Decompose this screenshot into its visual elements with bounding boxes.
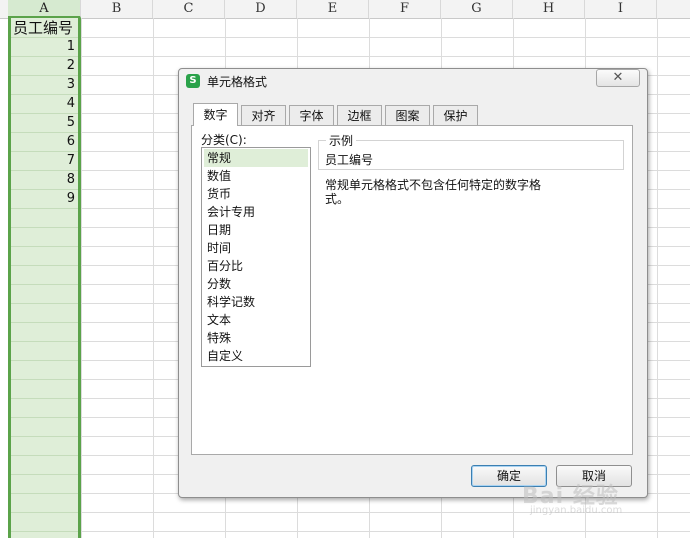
tab-font[interactable]: 字体	[289, 105, 334, 125]
grid-line-horizontal	[82, 531, 690, 532]
column-a-row-line	[11, 474, 78, 475]
tab-protection[interactable]: 保护	[433, 105, 478, 125]
column-a-row-line	[11, 398, 78, 399]
column-a-row-line	[11, 417, 78, 418]
cell-a5[interactable]: 4	[11, 94, 75, 113]
grid-line-vertical	[153, 18, 154, 538]
column-a-row-line	[11, 265, 78, 266]
selected-column-a[interactable]: 员工编号 1 2 3 4 5 6 7 8 9	[8, 18, 81, 538]
cell-a4[interactable]: 3	[11, 75, 75, 94]
format-cells-dialog: S 单元格格式 ✕ 数字 对齐 字体 边框 图案 保护 分类(C): 常规 数值…	[178, 68, 648, 498]
close-icon: ✕	[612, 70, 624, 85]
dialog-title: 单元格格式	[207, 75, 268, 89]
category-item-percentage[interactable]: 百分比	[204, 257, 308, 275]
column-header-f[interactable]: F	[369, 0, 441, 18]
column-a-row-line	[11, 246, 78, 247]
tab-pattern[interactable]: 图案	[385, 105, 430, 125]
column-a-row-line	[11, 455, 78, 456]
category-item-fraction[interactable]: 分数	[204, 275, 308, 293]
cell-a1[interactable]: 员工编号	[13, 18, 73, 38]
column-a-row-line	[11, 436, 78, 437]
cell-a8[interactable]: 7	[11, 151, 75, 170]
category-item-custom[interactable]: 自定义	[204, 347, 308, 365]
column-header-b[interactable]: B	[81, 0, 153, 18]
tab-border[interactable]: 边框	[337, 105, 382, 125]
wps-app-icon: S	[186, 74, 200, 88]
category-list[interactable]: 常规 数值 货币 会计专用 日期 时间 百分比 分数 科学记数 文本 特殊 自定…	[201, 147, 311, 367]
cell-a2[interactable]: 1	[11, 37, 75, 56]
column-a-row-line	[11, 227, 78, 228]
column-a-row-line	[11, 284, 78, 285]
dialog-title-bar[interactable]: S 单元格格式 ✕	[179, 69, 647, 93]
cell-a3[interactable]: 2	[11, 56, 75, 75]
column-header-row: A B C D E F G H I	[0, 0, 690, 19]
tab-number[interactable]: 数字	[193, 103, 238, 126]
cell-a7[interactable]: 6	[11, 132, 75, 151]
column-header-d[interactable]: D	[225, 0, 297, 18]
column-a-row-line	[11, 531, 78, 532]
column-header-e[interactable]: E	[297, 0, 369, 18]
category-item-accounting[interactable]: 会计专用	[204, 203, 308, 221]
column-header-c[interactable]: C	[153, 0, 225, 18]
column-a-row-line	[11, 303, 78, 304]
column-a-row-line	[11, 360, 78, 361]
column-a-row-line	[11, 379, 78, 380]
grid-line-vertical	[657, 18, 658, 538]
column-a-row-line	[11, 322, 78, 323]
category-item-time[interactable]: 时间	[204, 239, 308, 257]
category-item-text[interactable]: 文本	[204, 311, 308, 329]
category-label: 分类(C):	[201, 133, 247, 147]
column-header-h[interactable]: H	[513, 0, 585, 18]
number-tab-panel: 分类(C): 常规 数值 货币 会计专用 日期 时间 百分比 分数 科学记数 文…	[191, 125, 633, 455]
tab-alignment[interactable]: 对齐	[241, 105, 286, 125]
category-item-date[interactable]: 日期	[204, 221, 308, 239]
column-a-row-line	[11, 493, 78, 494]
column-header-i[interactable]: I	[585, 0, 657, 18]
cell-a10[interactable]: 9	[11, 189, 75, 208]
cell-a6[interactable]: 5	[11, 113, 75, 132]
grid-line-horizontal	[82, 37, 690, 38]
category-item-general[interactable]: 常规	[204, 149, 308, 167]
column-a-row-line	[11, 341, 78, 342]
cell-a9[interactable]: 8	[11, 170, 75, 189]
column-a-row-line	[11, 512, 78, 513]
category-item-currency[interactable]: 货币	[204, 185, 308, 203]
format-description: 常规单元格格式不包含任何特定的数字格式。	[325, 178, 542, 206]
category-item-scientific[interactable]: 科学记数	[204, 293, 308, 311]
close-button[interactable]: ✕	[596, 69, 640, 87]
sample-value: 员工编号	[325, 153, 374, 167]
grid-line-horizontal	[82, 56, 690, 57]
grid-line-vertical	[81, 18, 82, 538]
baidu-watermark-url: jingyan.baidu.com	[530, 505, 623, 516]
column-header-a[interactable]: A	[8, 0, 81, 18]
sample-legend: 示例	[326, 132, 357, 149]
column-a-row-line	[11, 208, 78, 209]
category-item-special[interactable]: 特殊	[204, 329, 308, 347]
column-header-g[interactable]: G	[441, 0, 513, 18]
category-item-number[interactable]: 数值	[204, 167, 308, 185]
